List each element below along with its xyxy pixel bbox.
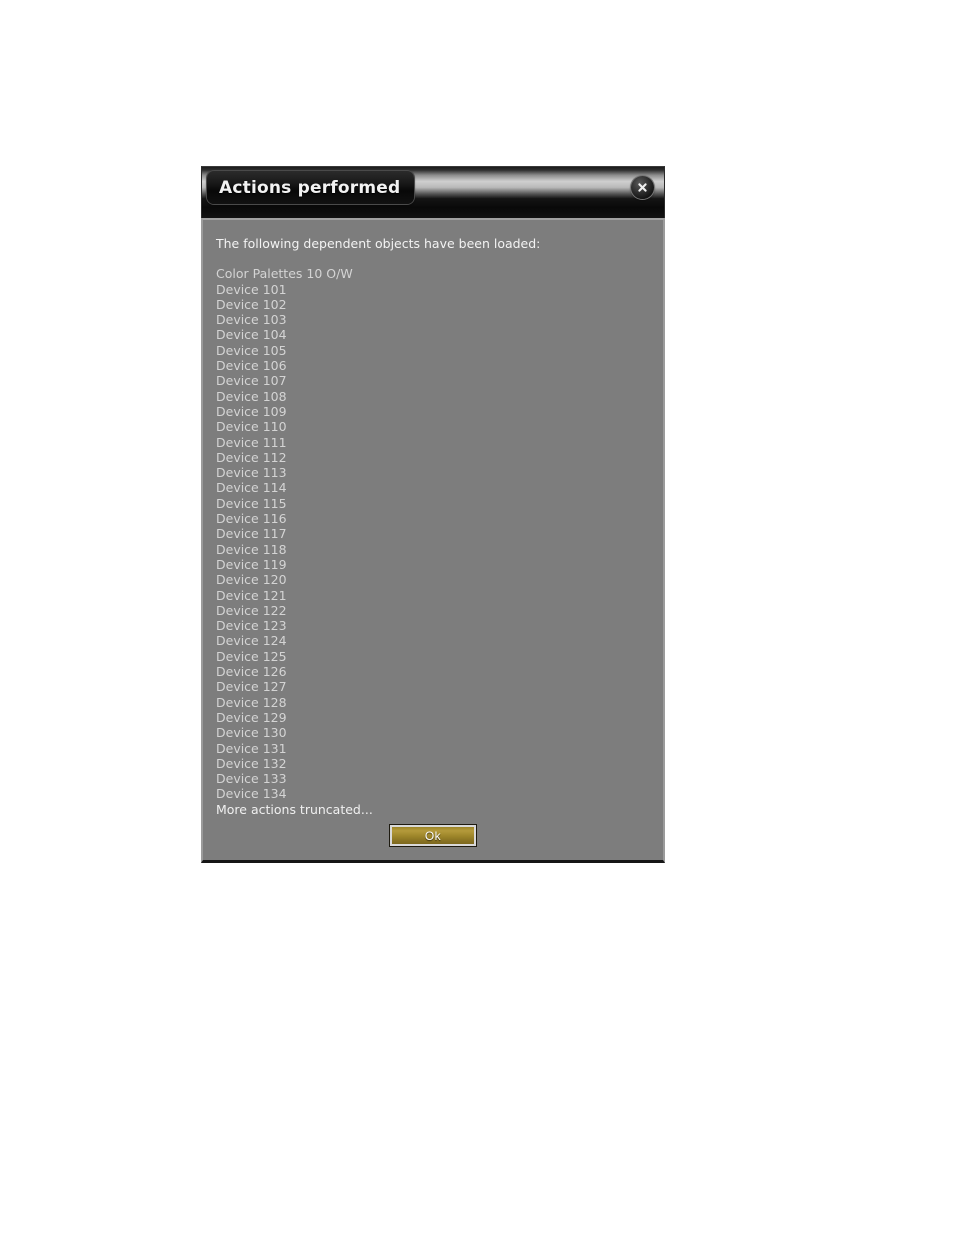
list-item: Device 131 [216, 740, 287, 756]
list-item: Device 132 [216, 755, 287, 771]
list-item: Device 108 [216, 388, 287, 404]
close-circle-icon [636, 181, 649, 194]
list-item: Device 133 [216, 771, 287, 787]
list-item: Device 105 [216, 342, 287, 358]
list-item: Device 121 [216, 587, 287, 603]
dialog-footer: Ok [203, 824, 663, 847]
dialog-titlebar: Actions performed [201, 166, 665, 218]
list-item: Device 101 [216, 281, 287, 297]
list-item: Device 110 [216, 419, 287, 435]
message-list-spacer [216, 251, 663, 266]
list-item: Device 126 [216, 664, 287, 680]
list-item: Device 115 [216, 495, 287, 511]
list-item: Device 122 [216, 602, 287, 618]
dialog-body: The following dependent objects have bee… [201, 218, 665, 863]
list-item: Device 103 [216, 312, 287, 328]
list-item: Device 130 [216, 725, 287, 741]
list-item: Device 117 [216, 526, 287, 542]
truncated-note: More actions truncated... [216, 801, 373, 817]
list-item: Device 111 [216, 434, 287, 450]
list-item: Device 107 [216, 373, 287, 389]
list-item: Device 123 [216, 618, 287, 634]
list-item: Device 102 [216, 296, 287, 312]
list-item: Device 106 [216, 358, 287, 374]
list-item: Device 113 [216, 465, 287, 481]
list-item: Device 134 [216, 786, 287, 802]
list-item: Device 116 [216, 511, 287, 527]
close-button[interactable] [631, 176, 654, 199]
list-item: Device 129 [216, 709, 287, 725]
list-item: Device 127 [216, 679, 287, 695]
list-item: Device 109 [216, 403, 287, 419]
list-item: Color Palettes 10 O/W [216, 266, 353, 282]
list-item: Device 118 [216, 541, 287, 557]
list-item: Device 114 [216, 480, 287, 496]
list-item: Device 104 [216, 327, 287, 343]
loaded-objects-list: Color Palettes 10 O/W Device 101 Device 10… [216, 266, 663, 801]
dialog-title: Actions performed [219, 177, 401, 198]
dialog-title-tab: Actions performed [207, 171, 415, 204]
list-item: Device 125 [216, 648, 287, 664]
list-item: Device 119 [216, 556, 287, 572]
list-item: Device 124 [216, 633, 287, 649]
list-item: Device 112 [216, 449, 287, 465]
actions-performed-dialog: Actions performed The following dependen… [201, 166, 665, 863]
list-item: Device 120 [216, 572, 287, 588]
ok-button[interactable]: Ok [389, 824, 477, 847]
list-item: Device 128 [216, 694, 287, 710]
dialog-message: The following dependent objects have bee… [216, 236, 541, 251]
